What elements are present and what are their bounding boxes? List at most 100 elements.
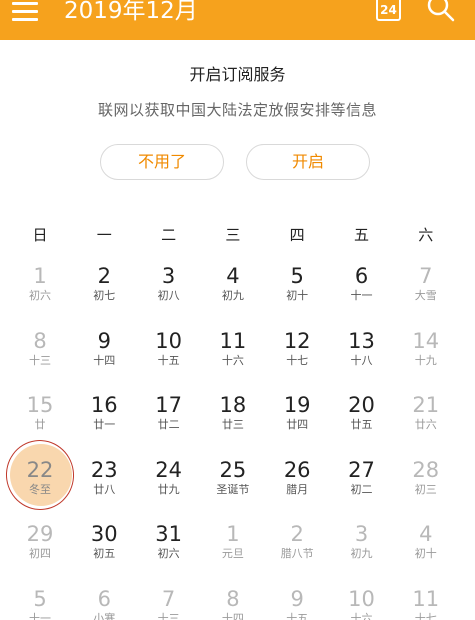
day-cell[interactable]: 28 初三 [394, 456, 458, 512]
day-cell[interactable]: 5 初十 [265, 262, 329, 318]
lunar-date: 廿二 [157, 418, 180, 431]
lunar-date: 初十 [286, 289, 309, 302]
day-cell[interactable]: 17 廿二 [137, 391, 201, 447]
lunar-date: 初五 [93, 547, 116, 560]
day-cell[interactable]: 13 十八 [330, 327, 394, 383]
day-cell[interactable]: 4 初九 [201, 262, 265, 318]
day-number: 18 [219, 393, 247, 417]
day-cell[interactable]: 11 十六 [201, 327, 265, 383]
day-cell[interactable]: 7 十三 [137, 585, 201, 620]
day-cell[interactable]: 24 廿九 [137, 456, 201, 512]
lunar-date: 廿一 [93, 418, 116, 431]
day-cell[interactable]: 3 初八 [137, 262, 201, 318]
calendar-today-icon[interactable]: 24 [376, 0, 401, 21]
weekday-label: 二 [161, 226, 177, 244]
day-number: 21 [412, 393, 440, 417]
lunar-date: 初七 [93, 289, 116, 302]
day-cell[interactable]: 1 初六 [8, 262, 72, 318]
day-number: 4 [226, 264, 240, 288]
day-number: 30 [90, 522, 118, 546]
menu-icon[interactable] [12, 2, 40, 22]
lunar-date: 十一 [29, 611, 51, 620]
day-number: 5 [33, 586, 47, 611]
day-cell-selected[interactable]: 22 冬至 [8, 443, 72, 514]
day-cell[interactable]: 9 十四 [72, 327, 136, 383]
day-cell[interactable]: 25 圣诞节 [201, 456, 265, 512]
day-cell[interactable]: 21 廿六 [394, 391, 458, 447]
day-number: 1 [33, 264, 47, 288]
lunar-date: 十三 [157, 611, 180, 620]
weekday-label: 六 [418, 226, 434, 244]
lunar-date: 腊月 [286, 482, 309, 496]
month-title[interactable]: 2019年12月 [64, 0, 198, 28]
day-cell[interactable]: 11 十七 [394, 585, 458, 620]
day-number: 3 [161, 264, 176, 288]
day-cell[interactable]: 3 初九 [330, 520, 394, 576]
day-number: 29 [26, 522, 54, 546]
day-cell[interactable]: 18 廿三 [201, 391, 265, 447]
day-number: 1 [226, 522, 240, 546]
day-number: 12 [283, 328, 311, 353]
day-cell[interactable]: 7 大雪 [394, 262, 458, 318]
lunar-date: 初十 [414, 547, 437, 560]
lunar-date: 冬至 [29, 482, 51, 496]
day-number: 9 [97, 328, 111, 353]
lunar-date: 廿九 [157, 482, 180, 496]
day-number: 23 [90, 457, 118, 482]
lunar-date: 廿四 [286, 418, 309, 431]
lunar-date: 圣诞节 [216, 482, 250, 496]
lunar-date: 廿六 [414, 418, 437, 431]
lunar-date: 廿八 [93, 482, 116, 496]
lunar-date: 小寒 [93, 611, 116, 620]
day-cell[interactable]: 20 廿五 [330, 391, 394, 447]
day-number: 11 [219, 328, 247, 353]
day-cell[interactable]: 14 十九 [394, 327, 458, 383]
enable-button[interactable]: 开启 [246, 144, 370, 180]
subscription-title: 开启订阅服务 [189, 65, 286, 84]
lunar-date: 十五 [286, 611, 309, 620]
lunar-date: 十七 [286, 353, 309, 367]
today-number: 24 [380, 3, 397, 17]
day-cell[interactable]: 4 初十 [394, 520, 458, 576]
app-header: 2019年12月 24 [0, 0, 475, 40]
day-cell[interactable]: 26 腊月 [265, 456, 329, 512]
day-cell[interactable]: 1 元旦 [201, 520, 265, 576]
day-cell[interactable]: 8 十四 [201, 585, 265, 620]
day-cell[interactable]: 29 初四 [8, 520, 72, 576]
day-number: 22 [26, 457, 54, 482]
day-cell[interactable]: 6 十一 [330, 262, 394, 318]
day-number: 10 [155, 328, 182, 353]
day-cell[interactable]: 2 腊八节 [265, 520, 329, 576]
lunar-date: 十六 [350, 611, 373, 620]
day-number: 8 [226, 586, 240, 611]
day-cell[interactable]: 6 小寒 [72, 585, 136, 620]
day-cell[interactable]: 19 廿四 [265, 391, 329, 447]
weekday-label: 日 [32, 226, 48, 244]
search-icon[interactable] [426, 0, 456, 22]
day-cell[interactable]: 2 初七 [72, 262, 136, 318]
day-cell[interactable]: 16 廿一 [72, 391, 136, 447]
day-cell[interactable]: 9 十五 [265, 585, 329, 620]
day-cell[interactable]: 5 十一 [8, 585, 72, 620]
lunar-date: 十四 [221, 611, 244, 620]
day-number: 7 [161, 586, 176, 611]
day-cell[interactable]: 10 十五 [137, 327, 201, 383]
lunar-date: 十三 [29, 353, 51, 367]
decline-button[interactable]: 不用了 [100, 144, 224, 180]
day-number: 10 [348, 586, 375, 611]
day-cell[interactable]: 31 初六 [137, 520, 201, 576]
day-number: 17 [155, 393, 182, 417]
day-cell[interactable]: 23 廿八 [72, 456, 136, 512]
lunar-date: 初六 [157, 547, 180, 560]
day-number: 4 [419, 522, 433, 546]
day-cell[interactable]: 10 十六 [330, 585, 394, 620]
weekday-header: 日一二三四五六 [8, 222, 458, 248]
day-cell[interactable]: 30 初五 [72, 520, 136, 576]
day-cell[interactable]: 8 十三 [8, 327, 72, 383]
day-cell[interactable]: 12 十七 [265, 327, 329, 383]
day-number: 13 [348, 328, 375, 353]
day-cell[interactable]: 27 初二 [330, 456, 394, 512]
day-number: 16 [90, 393, 118, 417]
lunar-date: 初八 [157, 289, 180, 302]
day-cell[interactable]: 15 廿 [8, 391, 72, 447]
